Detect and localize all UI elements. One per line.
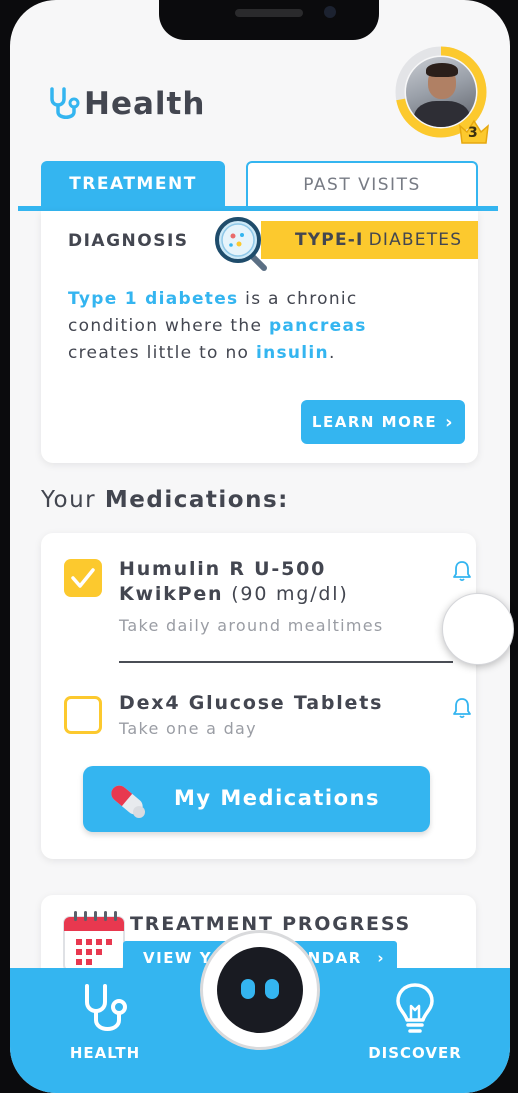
med-name-humulin: Humulin R U-500 KwikPen (90 mg/dl) (119, 558, 349, 605)
diagnosis-description: Type 1 diabetes is a chronic condition w… (68, 289, 367, 363)
bot-eye (265, 979, 279, 999)
chevron-right-icon: › (445, 411, 455, 433)
bell-icon[interactable] (452, 560, 472, 582)
tab-past-visits[interactable]: PAST VISITS (246, 161, 478, 207)
divider (119, 661, 453, 663)
bot-eye (241, 979, 255, 999)
med-instructions: Take one a day (119, 719, 257, 738)
tab-treatment[interactable]: TREATMENT (41, 161, 225, 207)
med-dose: (90 mg/dl) (223, 583, 349, 605)
nav-discover-label: DISCOVER (368, 1044, 462, 1062)
assistant-bot-button[interactable] (200, 930, 320, 1050)
app-screen: Health 3 TREATMENT PAST VISITS DIAGNOSIS (10, 0, 510, 1093)
nav-health-label: HEALTH (69, 1044, 141, 1062)
calendar-icon (63, 911, 125, 972)
term-type1-diabetes[interactable]: Type 1 diabetes (68, 289, 238, 309)
term-insulin[interactable]: insulin (256, 343, 329, 363)
learn-more-button[interactable]: LEARN MORE › (301, 400, 465, 444)
diagnosis-type-bold: TYPE-I (295, 230, 364, 250)
diagnosis-type-rest: DIABETES (368, 230, 463, 250)
nav-discover[interactable]: DISCOVER (365, 980, 465, 1062)
chevron-right-icon: › (377, 949, 385, 967)
user-avatar-button[interactable]: 3 (395, 46, 489, 144)
tab-bar: TREATMENT PAST VISITS (40, 160, 500, 210)
user-level: 3 (468, 125, 478, 141)
diagnosis-banner: TYPE-I DIABETES (261, 221, 478, 259)
stethoscope-icon (85, 984, 127, 1031)
floating-scroll-handle[interactable] (442, 593, 514, 665)
stethoscope-icon (50, 87, 80, 119)
bot-face (217, 947, 303, 1033)
pill-icon (111, 785, 145, 818)
medications-heading: Your Medications: (41, 487, 289, 513)
med-name-dex4: Dex4 Glucose Tablets (119, 692, 384, 714)
checkmark-icon (71, 568, 95, 588)
med-instructions: Take daily around mealtimes (119, 616, 384, 635)
lightbulb-icon (396, 983, 434, 1033)
phone-frame: Health 3 TREATMENT PAST VISITS DIAGNOSIS (0, 0, 518, 1093)
front-camera (324, 6, 336, 18)
my-medications-button[interactable]: My Medications (83, 766, 430, 832)
magnifier-icon (215, 217, 267, 271)
med-checkbox-checked[interactable] (64, 559, 102, 597)
diagnosis-label: DIAGNOSIS (68, 231, 189, 251)
device-notch (159, 0, 379, 40)
medications-card: Humulin R U-500 KwikPen (90 mg/dl) Take … (41, 533, 476, 859)
med-checkbox-unchecked[interactable] (64, 696, 102, 734)
speaker-grille (235, 9, 303, 17)
term-pancreas[interactable]: pancreas (269, 316, 367, 336)
nav-health[interactable]: HEALTH (55, 980, 155, 1062)
app-title: Health (84, 86, 206, 122)
diagnosis-card: DIAGNOSIS TYPE-I DIABETES Type 1 diabete… (41, 211, 478, 463)
bell-icon[interactable] (452, 697, 472, 719)
app-logo: Health (48, 86, 205, 122)
